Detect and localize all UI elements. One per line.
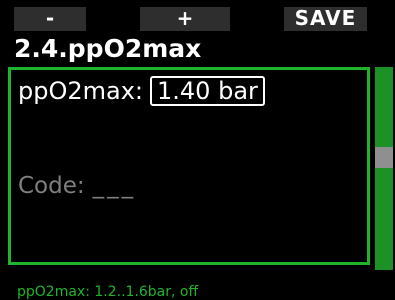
code-row: Code: ___ <box>18 171 136 201</box>
code-label: Code: <box>18 173 85 199</box>
scrollbar[interactable] <box>375 67 393 270</box>
increase-button[interactable]: + <box>140 7 230 31</box>
ppo2max-value-field[interactable]: 1.40 bar <box>150 76 265 106</box>
page-title: 2.4.ppO2max <box>14 34 202 63</box>
ppo2max-label: ppO2max: <box>18 77 144 105</box>
range-hint: ppO2max: 1.2..1.6bar, off <box>17 284 199 300</box>
ppo2max-row: ppO2max: 1.40 bar <box>18 76 265 106</box>
settings-panel: ppO2max: 1.40 bar Code: ___ <box>8 67 370 265</box>
code-input[interactable]: ___ <box>93 173 137 199</box>
softkey-bar: - + SAVE <box>0 0 395 33</box>
save-button[interactable]: SAVE <box>284 7 367 31</box>
scroll-thumb[interactable] <box>375 147 393 168</box>
decrease-button[interactable]: - <box>14 7 86 31</box>
